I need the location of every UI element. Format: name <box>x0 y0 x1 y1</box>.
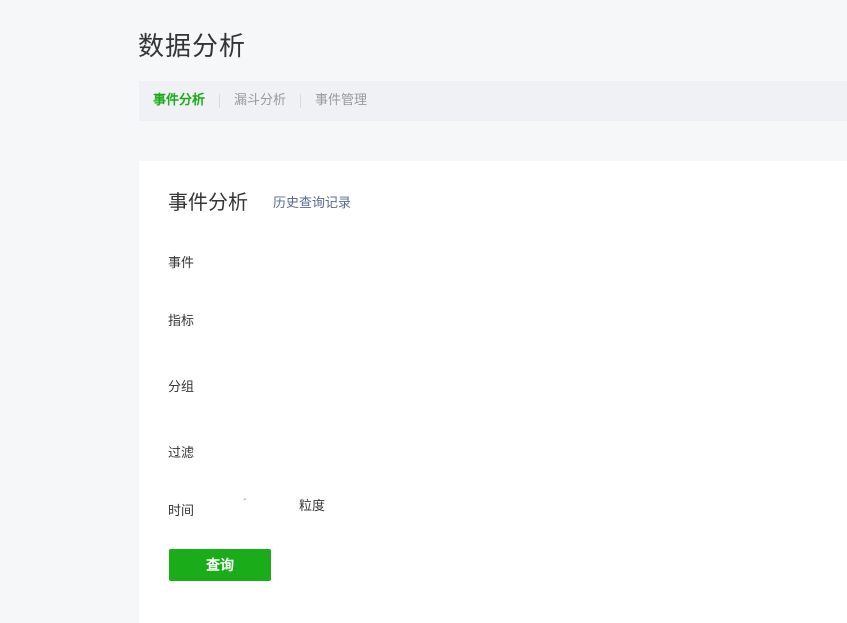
tab-funnel-analysis[interactable]: 漏斗分析 <box>234 93 286 109</box>
time-label: 时间 <box>168 504 195 519</box>
tab-event-analysis[interactable]: 事件分析 <box>153 93 205 109</box>
granularity-label: 粒度 <box>299 499 326 514</box>
time-range-separator: - <box>243 494 247 505</box>
filter-label: 过滤 <box>168 446 195 461</box>
history-query-link[interactable]: 历史查询记录 <box>273 192 351 211</box>
tab-divider <box>300 94 302 108</box>
card-title: 事件分析 <box>168 190 248 214</box>
event-label: 事件 <box>168 256 195 271</box>
metric-label: 指标 <box>168 314 195 329</box>
tab-bar: 事件分析 漏斗分析 事件管理 <box>139 81 847 121</box>
tab-divider <box>219 94 221 108</box>
page-title: 数据分析 <box>138 32 247 62</box>
group-label: 分组 <box>168 380 195 395</box>
query-button[interactable]: 查询 <box>169 549 271 581</box>
tab-event-management[interactable]: 事件管理 <box>315 93 367 109</box>
event-analysis-card: 事件分析 历史查询记录 事件 指标 分组 过滤 时间 - 粒度 查询 <box>139 161 847 623</box>
